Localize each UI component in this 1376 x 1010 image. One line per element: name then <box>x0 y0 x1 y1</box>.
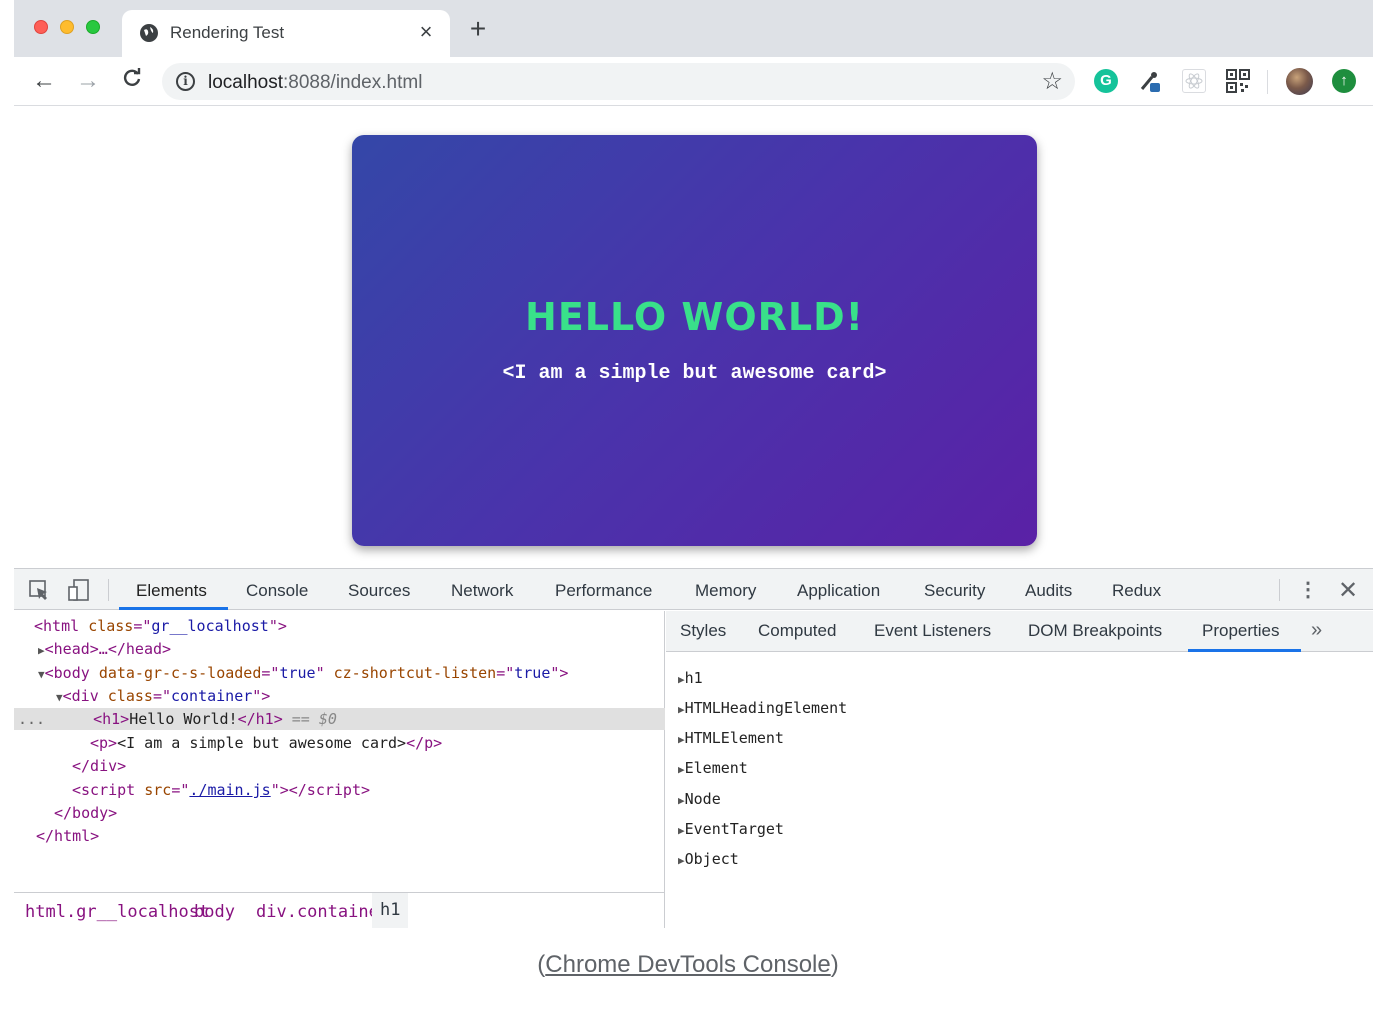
card-subtitle: <I am a simple but awesome card> <box>502 362 887 385</box>
tab-close-icon[interactable]: × <box>414 20 438 44</box>
page-viewport: HELLO WORLD! <I am a simple but awesome … <box>14 107 1373 568</box>
breadcrumb-html[interactable]: html.gr__localhost <box>25 902 209 922</box>
tab-computed[interactable]: Computed <box>758 621 836 641</box>
expand-triangle-icon: ▶ <box>38 644 45 657</box>
tab-memory[interactable]: Memory <box>695 581 756 601</box>
figure-caption: (Chrome DevTools Console) <box>537 951 839 978</box>
property-row[interactable]: ▶h1 <box>678 669 703 687</box>
react-devtools-extension-icon[interactable] <box>1182 69 1206 93</box>
forward-button[interactable]: → <box>74 67 102 95</box>
property-row[interactable]: ▶HTMLElement <box>678 729 784 747</box>
expand-triangle-icon: ▶ <box>678 763 685 776</box>
color-picker-extension-icon[interactable] <box>1138 69 1162 93</box>
dom-node-body-close[interactable]: </body> <box>14 802 665 824</box>
back-button[interactable]: ← <box>30 67 58 95</box>
card-title: HELLO WORLD! <box>525 295 864 339</box>
info-icon[interactable]: i <box>176 72 195 91</box>
breadcrumb: html.gr__localhost body div.container h1 <box>14 892 664 928</box>
dom-tree: <html class="gr__localhost"> ▶<head>…</h… <box>14 611 665 928</box>
tab-event-listeners[interactable]: Event Listeners <box>874 621 991 641</box>
devtools-separator <box>1279 579 1280 601</box>
active-tab-indicator <box>119 607 228 610</box>
update-icon[interactable]: ↑ <box>1332 69 1356 93</box>
devtools-panel: Elements Console Sources Network Perform… <box>14 568 1373 928</box>
property-row[interactable]: ▶Node <box>678 790 721 808</box>
minimize-window-button[interactable] <box>60 20 74 34</box>
tab-styles[interactable]: Styles <box>680 621 726 641</box>
browser-window: Rendering Test × + ← → i localhost:8088/… <box>14 0 1373 928</box>
tab-application[interactable]: Application <box>797 581 880 601</box>
dom-node-div-close[interactable]: </div> <box>14 755 665 777</box>
dom-node-html[interactable]: <html class="gr__localhost"> <box>14 615 665 637</box>
tab-redux[interactable]: Redux <box>1112 581 1161 601</box>
breadcrumb-body[interactable]: body <box>194 902 235 922</box>
expand-triangle-icon: ▶ <box>678 673 685 686</box>
kebab-menu-icon[interactable]: ⋮ <box>1298 577 1318 602</box>
collapse-triangle-icon: ▼ <box>38 668 45 681</box>
expand-triangle-icon: ▶ <box>678 824 685 837</box>
property-row[interactable]: ▶Object <box>678 850 739 868</box>
browser-tab[interactable]: Rendering Test × <box>122 10 450 57</box>
tab-strip: Rendering Test × + <box>14 0 1373 57</box>
script-src-link[interactable]: ./main.js <box>189 781 270 799</box>
bookmark-star-icon[interactable]: ☆ <box>1041 67 1063 96</box>
expand-triangle-icon: ▶ <box>678 703 685 716</box>
properties-sidebar: Styles Computed Event Listeners DOM Brea… <box>666 611 1373 928</box>
dom-node-script[interactable]: <script src="./main.js"></script> <box>14 779 665 801</box>
tab-security[interactable]: Security <box>924 581 985 601</box>
property-row[interactable]: ▶EventTarget <box>678 820 784 838</box>
tab-title: Rendering Test <box>170 23 285 42</box>
collapse-triangle-icon: ▼ <box>56 691 63 704</box>
profile-avatar[interactable] <box>1286 68 1313 95</box>
browser-toolbar: ← → i localhost:8088/index.html ☆ G ↑ <box>14 57 1373 106</box>
toolbar-divider <box>1267 70 1268 94</box>
dom-node-h1[interactable]: ... <h1>Hello World!</h1> == $0 <box>14 708 665 730</box>
url-text[interactable]: localhost:8088/index.html <box>208 72 422 94</box>
caption-link[interactable]: Chrome DevTools Console <box>545 951 830 978</box>
property-row[interactable]: ▶HTMLHeadingElement <box>678 699 847 717</box>
new-tab-button[interactable]: + <box>466 15 490 43</box>
reload-icon <box>123 68 141 86</box>
expand-triangle-icon: ▶ <box>678 733 685 746</box>
device-toolbar-icon[interactable] <box>68 579 90 601</box>
devtools-close-icon[interactable]: ✕ <box>1338 576 1358 605</box>
tab-elements[interactable]: Elements <box>136 581 207 601</box>
tab-properties[interactable]: Properties <box>1202 621 1279 641</box>
dom-node-p[interactable]: <p><I am a simple but awesome card></p> <box>14 732 665 754</box>
tab-performance[interactable]: Performance <box>555 581 652 601</box>
maximize-window-button[interactable] <box>86 20 100 34</box>
inspect-element-icon[interactable] <box>28 579 50 601</box>
tab-sources[interactable]: Sources <box>348 581 410 601</box>
tab-dom-breakpoints[interactable]: DOM Breakpoints <box>1028 621 1162 641</box>
dom-node-head[interactable]: ▶<head>…</head> <box>14 638 665 660</box>
tab-network[interactable]: Network <box>451 581 513 601</box>
breadcrumb-div[interactable]: div.container <box>256 902 389 922</box>
dom-node-html-close[interactable]: </html> <box>14 825 665 847</box>
globe-icon <box>140 24 158 42</box>
expand-triangle-icon: ▶ <box>678 794 685 807</box>
reload-button[interactable] <box>118 67 146 95</box>
devtools-tab-bar: Elements Console Sources Network Perform… <box>14 569 1373 610</box>
grammarly-extension-icon[interactable]: G <box>1094 69 1118 93</box>
hello-card: HELLO WORLD! <I am a simple but awesome … <box>352 135 1037 546</box>
dom-node-body[interactable]: ▼<body data-gr-c-s-loaded="true" cz-shor… <box>14 662 665 684</box>
property-row[interactable]: ▶Element <box>678 759 748 777</box>
tab-console[interactable]: Console <box>246 581 308 601</box>
breadcrumb-h1[interactable]: h1 <box>372 893 409 928</box>
active-sidebar-tab-indicator <box>1188 649 1301 652</box>
close-window-button[interactable] <box>34 20 48 34</box>
tab-audits[interactable]: Audits <box>1025 581 1072 601</box>
dom-node-div[interactable]: ▼<div class="container"> <box>14 685 665 707</box>
sidebar-tab-bar: Styles Computed Event Listeners DOM Brea… <box>666 611 1373 652</box>
expand-triangle-icon: ▶ <box>678 854 685 867</box>
address-bar[interactable]: i localhost:8088/index.html ☆ <box>162 63 1075 100</box>
devtools-separator <box>108 579 109 601</box>
qr-code-extension-icon[interactable] <box>1226 69 1250 93</box>
more-tabs-icon[interactable]: » <box>1311 619 1322 642</box>
